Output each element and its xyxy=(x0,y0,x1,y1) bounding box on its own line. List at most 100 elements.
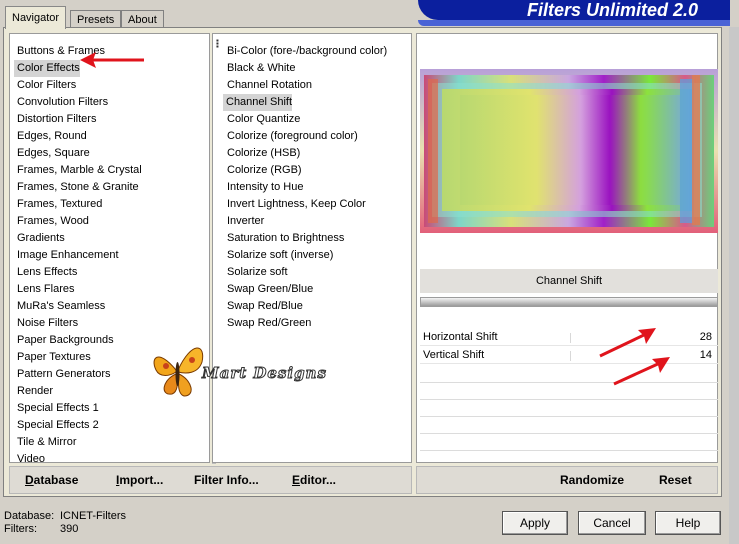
filter-item-label: Colorize (HSB) xyxy=(227,147,301,159)
database-button[interactable]: Database xyxy=(25,473,78,487)
randomize-button-label: Randomize xyxy=(560,473,625,487)
category-item[interactable]: Buttons & Frames xyxy=(10,43,209,60)
filter-item-label: Color Quantize xyxy=(227,113,301,125)
category-item[interactable]: Tile & Mirror xyxy=(10,434,209,451)
filter-name-header: Channel Shift xyxy=(420,269,718,293)
param-slot-empty xyxy=(420,450,718,451)
category-item[interactable]: Frames, Wood xyxy=(10,213,209,230)
filter-item[interactable]: Inverter xyxy=(213,213,411,230)
filter-name: Channel Shift xyxy=(535,275,603,287)
filter-item[interactable]: Saturation to Brightness xyxy=(213,230,411,247)
editor-button[interactable]: Editor... xyxy=(292,473,336,487)
filter-item[interactable]: Swap Red/Green xyxy=(213,315,411,332)
filter-item[interactable]: Swap Green/Blue xyxy=(213,281,411,298)
filter-button-bar: Randomize Reset xyxy=(416,466,718,494)
category-item-label: Distortion Filters xyxy=(17,113,97,125)
category-item[interactable]: Edges, Round xyxy=(10,128,209,145)
cancel-button-label: Cancel xyxy=(593,516,631,530)
filter-item-label: Swap Red/Blue xyxy=(227,300,303,312)
filter-item-label: Black & White xyxy=(227,62,296,74)
category-item[interactable]: Noise Filters xyxy=(10,315,209,332)
category-item[interactable]: Distortion Filters xyxy=(10,111,209,128)
category-item[interactable]: Color Effects xyxy=(10,60,209,77)
filter-info-button-label: Filter Info... xyxy=(194,473,259,487)
filter-item[interactable]: Colorize (foreground color) xyxy=(213,128,411,145)
category-item[interactable]: Lens Flares xyxy=(10,281,209,298)
category-item[interactable]: Lens Effects xyxy=(10,264,209,281)
filter-item[interactable]: Bi-Color (fore-/background color) xyxy=(213,43,411,60)
filter-item[interactable]: Color Quantize xyxy=(213,111,411,128)
tab-about-label: About xyxy=(128,14,157,26)
import-button[interactable]: Import... xyxy=(116,473,163,487)
filter-item[interactable]: Black & White xyxy=(213,60,411,77)
reset-button-label: Reset xyxy=(659,473,692,487)
slider-tick xyxy=(570,333,571,343)
tab-presets-label: Presets xyxy=(77,14,115,26)
category-item-label: Gradients xyxy=(17,232,65,244)
param-horizontal-shift-label: Horizontal Shift xyxy=(423,331,498,343)
category-item-label: Special Effects 2 xyxy=(17,419,99,431)
category-item[interactable]: MuRa's Seamless xyxy=(10,298,209,315)
database-button-label: atabase xyxy=(33,473,79,487)
status-database-label: Database: xyxy=(4,510,55,522)
category-item[interactable]: Frames, Stone & Granite xyxy=(10,179,209,196)
filter-item-label: Colorize (RGB) xyxy=(227,164,302,176)
category-item-label: Pattern Generators xyxy=(17,368,111,380)
apply-button[interactable]: Apply xyxy=(502,511,568,535)
tab-navigator[interactable]: Navigator xyxy=(5,6,67,29)
filter-item-label: Bi-Color (fore-/background color) xyxy=(227,45,388,57)
filter-info-button[interactable]: Filter Info... xyxy=(194,473,259,487)
category-item[interactable]: Convolution Filters xyxy=(10,94,209,111)
filter-item[interactable]: Swap Red/Blue xyxy=(213,298,411,315)
randomize-button[interactable]: Randomize xyxy=(560,473,624,487)
banner-underline xyxy=(418,20,730,26)
help-button[interactable]: Help xyxy=(655,511,721,535)
filter-item[interactable]: Solarize soft xyxy=(213,264,411,281)
filter-item[interactable]: Channel Rotation xyxy=(213,77,411,94)
status-database-value: ICNET-Filters xyxy=(60,510,126,522)
filter-item[interactable]: Colorize (HSB) xyxy=(213,145,411,162)
category-item[interactable]: Color Filters xyxy=(10,77,209,94)
category-item-label: Noise Filters xyxy=(17,317,79,329)
category-item-label: Edges, Round xyxy=(17,130,87,142)
param-vertical-shift[interactable]: Vertical Shift 14 xyxy=(420,348,718,364)
category-item-label: Video xyxy=(17,453,45,465)
cancel-button[interactable]: Cancel xyxy=(578,511,646,535)
filter-item-label: Solarize soft xyxy=(227,266,288,278)
param-horizontal-shift-value: 28 xyxy=(699,331,712,343)
category-item[interactable]: Edges, Square xyxy=(10,145,209,162)
category-item-label: Tile & Mirror xyxy=(17,436,77,448)
category-item-label: Color Effects xyxy=(14,60,80,77)
category-item[interactable]: Gradients xyxy=(10,230,209,247)
database-button-bar: Database Import... Filter Info... Editor… xyxy=(9,466,412,494)
apply-button-label: Apply xyxy=(519,516,551,530)
background-window-edge xyxy=(729,27,739,544)
category-item[interactable]: Special Effects 2 xyxy=(10,417,209,434)
category-item-label: Frames, Wood xyxy=(17,215,89,227)
status-info: Database: ICNET-Filters Filters: 390 xyxy=(4,510,126,536)
reset-button[interactable]: Reset xyxy=(659,473,692,487)
filter-item[interactable]: Colorize (RGB) xyxy=(213,162,411,179)
category-item-label: Buttons & Frames xyxy=(17,45,106,57)
filter-item-label: Swap Red/Green xyxy=(227,317,312,329)
param-vertical-shift-label: Vertical Shift xyxy=(423,349,485,361)
category-item-label: Frames, Textured xyxy=(17,198,103,210)
category-item[interactable]: Frames, Textured xyxy=(10,196,209,213)
param-slot-empty xyxy=(420,416,718,417)
category-item-label: Render xyxy=(17,385,54,397)
filter-item[interactable]: Solarize soft (inverse) xyxy=(213,247,411,264)
filter-item[interactable]: Intensity to Hue xyxy=(213,179,411,196)
tab-navigator-label: Navigator xyxy=(12,12,60,24)
watermark: Mart Designs xyxy=(148,340,328,404)
filter-item-label: Swap Green/Blue xyxy=(227,283,314,295)
category-item[interactable]: Frames, Marble & Crystal xyxy=(10,162,209,179)
filter-item-label: Solarize soft (inverse) xyxy=(227,249,334,261)
filter-item[interactable]: Invert Lightness, Keep Color xyxy=(213,196,411,213)
param-slot-empty xyxy=(420,399,718,400)
filter-items: Bi-Color (fore-/background color) Black &… xyxy=(213,34,411,332)
tab-bar: Navigator Presets About Filters Unlimite… xyxy=(0,0,739,29)
category-item[interactable]: Image Enhancement xyxy=(10,247,209,264)
param-horizontal-shift[interactable]: Horizontal Shift 28 xyxy=(420,330,718,346)
navigator-frame: Buttons & Frames Color Effects Color Filte… xyxy=(3,27,722,497)
filter-item[interactable]: Channel Shift xyxy=(213,94,411,111)
